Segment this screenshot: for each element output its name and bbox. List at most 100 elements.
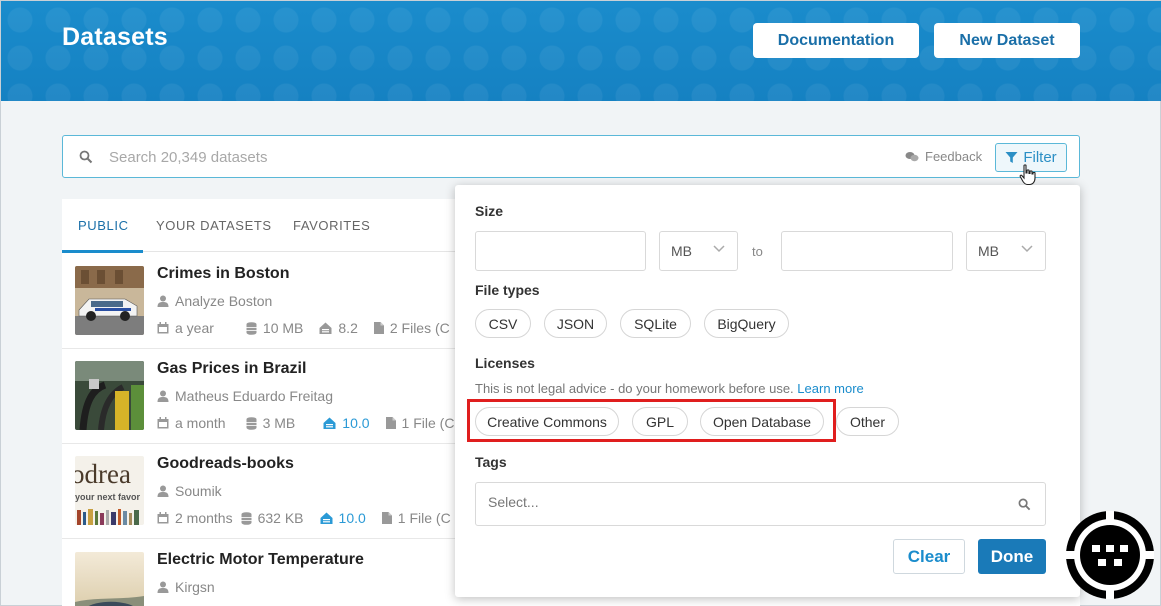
usability-text: 10.0 bbox=[338, 510, 366, 526]
search-icon bbox=[79, 150, 93, 164]
user-icon bbox=[157, 390, 169, 402]
search-icon bbox=[1018, 498, 1031, 511]
funnel-icon bbox=[1005, 152, 1018, 163]
database-icon bbox=[246, 416, 257, 430]
updated-text: a year bbox=[175, 320, 214, 336]
dataset-title[interactable]: Crimes in Boston bbox=[157, 265, 289, 283]
feedback-label: Feedback bbox=[925, 149, 983, 164]
dataset-owner-name: Kirgsn bbox=[175, 579, 215, 595]
dataset-owner-name: Analyze Boston bbox=[175, 293, 273, 309]
file-icon bbox=[385, 417, 396, 429]
file-types-label: File types bbox=[475, 282, 540, 298]
size-text: 3 MB bbox=[262, 415, 296, 431]
hand-cursor-icon bbox=[1019, 164, 1036, 186]
chat-icon bbox=[905, 151, 919, 161]
dataset-row-crimes-in-boston[interactable]: Crimes in Boston Analyze Boston a year 1… bbox=[62, 254, 462, 349]
tab-favorites[interactable]: FAVORITES bbox=[293, 218, 370, 233]
dataset-owner: Kirgsn bbox=[157, 579, 215, 595]
dataset-title[interactable]: Goodreads-books bbox=[157, 455, 294, 473]
documentation-button[interactable]: Documentation bbox=[753, 23, 919, 58]
usability-icon bbox=[320, 512, 333, 524]
search-bar: Feedback Filter bbox=[62, 135, 1080, 178]
usability-icon bbox=[323, 417, 336, 429]
usability-meta: 10.0 bbox=[320, 510, 366, 526]
dataset-thumbnail bbox=[75, 266, 144, 335]
files-text: 1 File (C bbox=[401, 415, 455, 431]
size-max-unit-value: MB bbox=[978, 243, 999, 259]
highlight-annotation-box bbox=[467, 399, 836, 442]
size-text: 10 MB bbox=[262, 320, 304, 336]
dataset-meta: a year 10 MB 8.2 2 Files (C bbox=[157, 320, 466, 336]
dataset-owner-name: Soumik bbox=[175, 483, 222, 499]
dataset-owner-name: Matheus Eduardo Freitag bbox=[175, 388, 333, 404]
thumbnail-tagline: your next favor bbox=[75, 492, 141, 502]
dataset-owner: Matheus Eduardo Freitag bbox=[157, 388, 333, 404]
database-icon bbox=[241, 511, 252, 525]
user-icon bbox=[157, 295, 169, 307]
file-icon bbox=[373, 322, 384, 334]
updated-text: a month bbox=[175, 415, 226, 431]
calendar-icon bbox=[157, 512, 169, 524]
tags-select[interactable] bbox=[475, 482, 1046, 526]
search-input[interactable] bbox=[109, 146, 709, 168]
page-title: Datasets bbox=[62, 23, 168, 51]
feedback-link[interactable]: Feedback bbox=[905, 149, 982, 164]
tab-your-datasets[interactable]: YOUR DATASETS bbox=[156, 218, 272, 233]
usability-icon bbox=[319, 322, 332, 334]
new-dataset-button[interactable]: New Dataset bbox=[934, 23, 1080, 58]
dataset-thumbnail bbox=[75, 361, 144, 430]
dataset-meta: a month 3 MB 10.0 1 File (C bbox=[157, 415, 470, 431]
chip-bigquery[interactable]: BigQuery bbox=[704, 309, 789, 338]
files-text: 1 File (C bbox=[397, 510, 451, 526]
watermark-logo bbox=[1066, 511, 1154, 599]
done-button[interactable]: Done bbox=[978, 539, 1046, 574]
dataset-owner: Analyze Boston bbox=[157, 293, 272, 309]
dataset-owner: Soumik bbox=[157, 483, 222, 499]
file-icon bbox=[381, 512, 392, 524]
chip-other[interactable]: Other bbox=[836, 407, 899, 436]
tags-input[interactable] bbox=[488, 494, 988, 510]
chevron-down-icon bbox=[1021, 245, 1033, 253]
licenses-label: Licenses bbox=[475, 355, 535, 371]
files-text: 2 Files (C bbox=[389, 320, 450, 336]
thumbnail-logo-text: odrea bbox=[75, 459, 131, 489]
calendar-icon bbox=[157, 417, 169, 429]
learn-more-link[interactable]: Learn more bbox=[797, 381, 863, 396]
size-min-input[interactable] bbox=[475, 231, 646, 271]
updated-meta: a year bbox=[157, 320, 214, 336]
usability-meta: 10.0 bbox=[323, 415, 370, 431]
dataset-meta: 2 months 632 KB 10.0 1 File (C bbox=[157, 510, 467, 526]
updated-meta: a month bbox=[157, 415, 226, 431]
user-icon bbox=[157, 485, 169, 497]
dataset-thumbnail: odrea your next favor bbox=[75, 456, 144, 525]
size-max-unit-select[interactable]: MB bbox=[966, 231, 1046, 271]
tab-public[interactable]: PUBLIC bbox=[78, 218, 129, 233]
dataset-title[interactable]: Electric Motor Temperature bbox=[157, 551, 364, 569]
usability-meta: 8.2 bbox=[319, 320, 358, 336]
chevron-down-icon bbox=[713, 245, 725, 253]
size-to-label: to bbox=[752, 244, 763, 259]
filter-panel: Size MB to MB File types CSV JSON SQLite… bbox=[455, 185, 1080, 597]
size-min-unit-select[interactable]: MB bbox=[659, 231, 738, 271]
usability-text: 8.2 bbox=[338, 320, 358, 336]
chip-sqlite[interactable]: SQLite bbox=[620, 309, 691, 338]
size-meta: 3 MB bbox=[246, 415, 296, 431]
licenses-advice-text: This is not legal advice - do your homew… bbox=[475, 381, 794, 396]
dataset-row-gas-prices-in-brazil[interactable]: Gas Prices in Brazil Matheus Eduardo Fre… bbox=[62, 349, 462, 444]
updated-meta: 2 months bbox=[157, 510, 233, 526]
files-meta: 2 Files (C bbox=[373, 320, 450, 336]
files-meta: 1 File (C bbox=[381, 510, 451, 526]
licenses-advice: This is not legal advice - do your homew… bbox=[475, 381, 864, 396]
files-meta: 1 File (C bbox=[385, 415, 455, 431]
dataset-thumbnail bbox=[75, 552, 144, 606]
clear-button[interactable]: Clear bbox=[893, 539, 965, 574]
calendar-icon bbox=[157, 322, 169, 334]
size-max-input[interactable] bbox=[781, 231, 953, 271]
active-tab-indicator bbox=[62, 250, 143, 253]
dataset-title[interactable]: Gas Prices in Brazil bbox=[157, 360, 306, 378]
chip-json[interactable]: JSON bbox=[544, 309, 607, 338]
dataset-row-goodreads-books[interactable]: odrea your next favor Goodreads-books So… bbox=[62, 444, 462, 539]
size-min-unit-value: MB bbox=[671, 243, 692, 259]
chip-csv[interactable]: CSV bbox=[475, 309, 531, 338]
dataset-row-electric-motor-temperature[interactable]: Electric Motor Temperature Kirgsn bbox=[62, 540, 462, 606]
